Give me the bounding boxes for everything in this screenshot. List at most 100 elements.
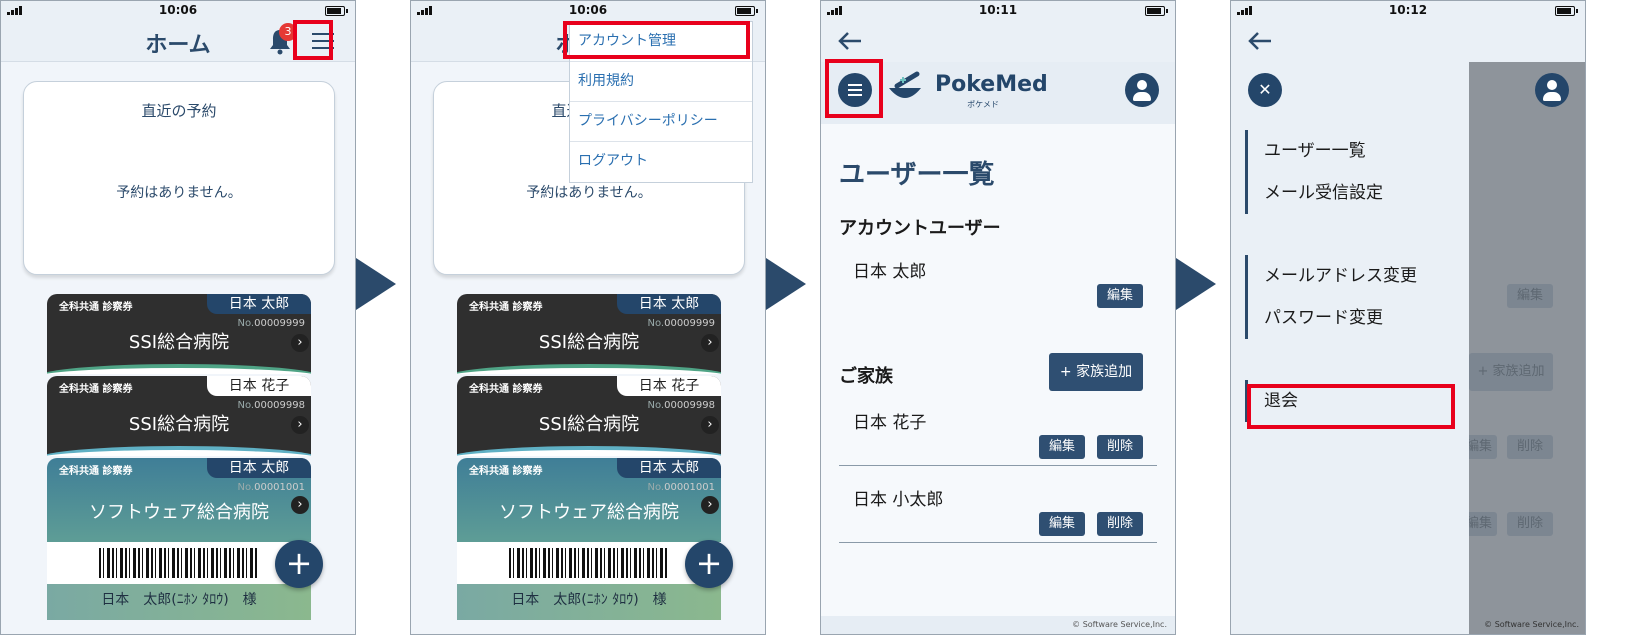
logo-subtext: ポケメド <box>967 100 999 109</box>
status-bar: 10:06 <box>411 1 765 21</box>
patient-card[interactable]: 全科共通 診察券 日本 太郎 No.00009999 SSI総合病院 › <box>457 294 721 374</box>
patient-card[interactable]: 全科共通 診察券 日本 太郎 No.00009999 SSI総合病院 <box>47 294 311 374</box>
card-name: 日本 太郎 <box>617 458 721 478</box>
drawer-item-change-password[interactable]: パスワード変更 <box>1248 297 1417 339</box>
pokemed-logo-icon <box>889 71 921 98</box>
drawer-item-change-email[interactable]: メールアドレス変更 <box>1248 255 1417 297</box>
divider <box>839 542 1157 543</box>
card-hospital: ソフトウェア総合病院 <box>89 502 269 523</box>
upcoming-reservation-card: 直近の予約 予約はありません。 <box>23 81 335 275</box>
card-hospital: SSI総合病院 <box>128 332 230 353</box>
family-user-name: 日本 花子 <box>853 413 927 433</box>
battery-icon <box>1145 6 1168 16</box>
page-title: ユーザー一覧 <box>839 160 995 190</box>
card-hospital: SSI総合病院 <box>128 414 230 435</box>
card-hospital: ソフトウェア総合病院 <box>499 502 679 523</box>
card-number: No.00001001 <box>237 482 305 493</box>
card-number: No.00001001 <box>647 482 715 493</box>
menu-item-privacy[interactable]: プライバシーポリシー <box>570 102 752 142</box>
side-drawer: ✕ ユーザー一覧 メール受信設定 メールアドレス変更 パスワード変更 退会 <box>1231 62 1469 634</box>
logo-text: PokeMed <box>935 72 1048 97</box>
screen-side-drawer: 10:12 編集 + 家族追加 編集 削除 編集 削除 © Software S… <box>1230 0 1586 635</box>
add-family-button: + 家族追加 <box>1469 353 1553 391</box>
card-swoosh <box>47 446 311 456</box>
add-card-button[interactable]: + <box>275 540 323 588</box>
card-type: 全科共通 診察券 <box>59 466 133 477</box>
delete-button[interactable]: 削除 <box>1097 512 1143 536</box>
edit-button[interactable]: 編集 <box>1039 512 1085 536</box>
user-list-content: ユーザー一覧 アカウントユーザー 日本 太郎 編集 ご家族 + 家族追加 日本 … <box>821 124 1175 634</box>
card-swoosh <box>47 364 311 374</box>
close-icon[interactable]: ✕ <box>1248 73 1282 107</box>
status-time: 10:11 <box>978 3 1018 17</box>
card-hospital: SSI総合病院 <box>538 332 640 353</box>
reservation-title: 直近の予約 <box>141 102 217 120</box>
nav-bar <box>821 21 1175 62</box>
patient-card[interactable]: 全科共通 診察券 日本 太郎 No.00001001 ソフトウェア総合病院 › <box>457 458 721 542</box>
patient-card[interactable]: 全科共通 診察券 日本 花子 No.00009998 SSI総合病院 <box>47 376 311 456</box>
step-arrow-icon <box>356 258 396 310</box>
step-arrow-icon <box>766 258 806 310</box>
drawer-group-account: メールアドレス変更 パスワード変更 <box>1245 255 1417 339</box>
card-type: 全科共通 診察券 <box>59 302 133 313</box>
highlight-account <box>563 21 750 59</box>
reservation-empty-text: 予約はありません。 <box>526 185 652 201</box>
dim-overlay[interactable]: 編集 + 家族追加 編集 削除 編集 削除 © Software Service… <box>1461 62 1585 634</box>
card-name: 日本 太郎 <box>207 458 311 478</box>
battery-icon <box>325 6 348 16</box>
add-family-button[interactable]: + 家族追加 <box>1049 353 1143 391</box>
delete-button: 削除 <box>1507 512 1553 536</box>
copyright-footer: © Software Service,Inc. <box>1484 620 1579 629</box>
card-type: 全科共通 診察券 <box>469 384 543 395</box>
barcode <box>457 542 721 584</box>
screen-home: 10:06 ホーム 3 直近の予約 予約はありません。 全科共通 診察券 日本 … <box>0 0 356 635</box>
card-type: 全科共通 診察券 <box>469 302 543 313</box>
reservation-empty-text: 予約はありません。 <box>116 185 242 201</box>
screen-home-menu: 10:06 ホーム 直近の予約 予約はありません。 全科共通 診察券 日本 太郎… <box>410 0 766 635</box>
drawer-group-users: ユーザー一覧 メール受信設定 <box>1245 130 1383 214</box>
card-name: 日本 太郎 <box>207 294 311 314</box>
edit-button: 編集 <box>1507 284 1553 308</box>
battery-icon <box>1555 6 1578 16</box>
drawer-item-mail-settings[interactable]: メール受信設定 <box>1248 172 1383 214</box>
status-time: 10:12 <box>1388 3 1428 17</box>
card-type: 全科共通 診察券 <box>469 466 543 477</box>
patient-card[interactable]: 全科共通 診察券 日本 花子 No.00009998 SSI総合病院 › <box>457 376 721 456</box>
add-card-button[interactable]: + <box>685 540 733 588</box>
account-user-name: 日本 太郎 <box>853 262 927 282</box>
delete-button: 削除 <box>1507 435 1553 459</box>
card-hospital: SSI総合病院 <box>538 414 640 435</box>
menu-item-terms[interactable]: 利用規約 <box>570 62 752 102</box>
card-swoosh <box>457 446 721 456</box>
highlight-menu <box>825 59 883 118</box>
delete-button[interactable]: 削除 <box>1097 435 1143 459</box>
avatar-icon[interactable] <box>1125 73 1159 107</box>
status-bar: 10:12 <box>1231 1 1585 21</box>
highlight-menu <box>293 20 333 60</box>
battery-icon <box>735 6 758 16</box>
chevron-right-icon[interactable]: › <box>701 496 719 514</box>
drawer-item-user-list[interactable]: ユーザー一覧 <box>1248 130 1383 172</box>
menu-item-logout[interactable]: ログアウト <box>570 142 752 182</box>
family-user-name: 日本 小太郎 <box>853 490 944 510</box>
back-arrow-icon[interactable] <box>837 30 863 52</box>
back-arrow-icon[interactable] <box>1247 30 1273 52</box>
edit-button[interactable]: 編集 <box>1097 284 1143 308</box>
status-bar: 10:06 <box>1 1 355 21</box>
edit-button[interactable]: 編集 <box>1039 435 1085 459</box>
highlight-withdraw <box>1247 384 1455 429</box>
patient-name-plate: 日本 太郎(ﾆﾎﾝ ﾀﾛｳ) 様 <box>457 584 721 620</box>
chevron-right-icon[interactable]: › <box>701 416 719 434</box>
card-name: 日本 太郎 <box>617 294 721 314</box>
card-name: 日本 花子 <box>207 376 311 396</box>
card-name: 日本 花子 <box>617 376 721 396</box>
patient-card[interactable]: 全科共通 診察券 日本 太郎 No.00001001 ソフトウェア総合病院 <box>47 458 311 542</box>
patient-name-plate: 日本 太郎(ﾆﾎﾝ ﾀﾛｳ) 様 <box>47 584 311 620</box>
chevron-right-icon[interactable]: › <box>701 334 719 352</box>
card-swoosh <box>457 364 721 374</box>
family-section-title: ご家族 <box>839 366 893 387</box>
account-section-title: アカウントユーザー <box>839 218 1001 239</box>
copyright-footer: © Software Service,Inc. <box>821 616 1175 634</box>
card-type: 全科共通 診察券 <box>59 384 133 395</box>
status-bar: 10:11 <box>821 1 1175 21</box>
